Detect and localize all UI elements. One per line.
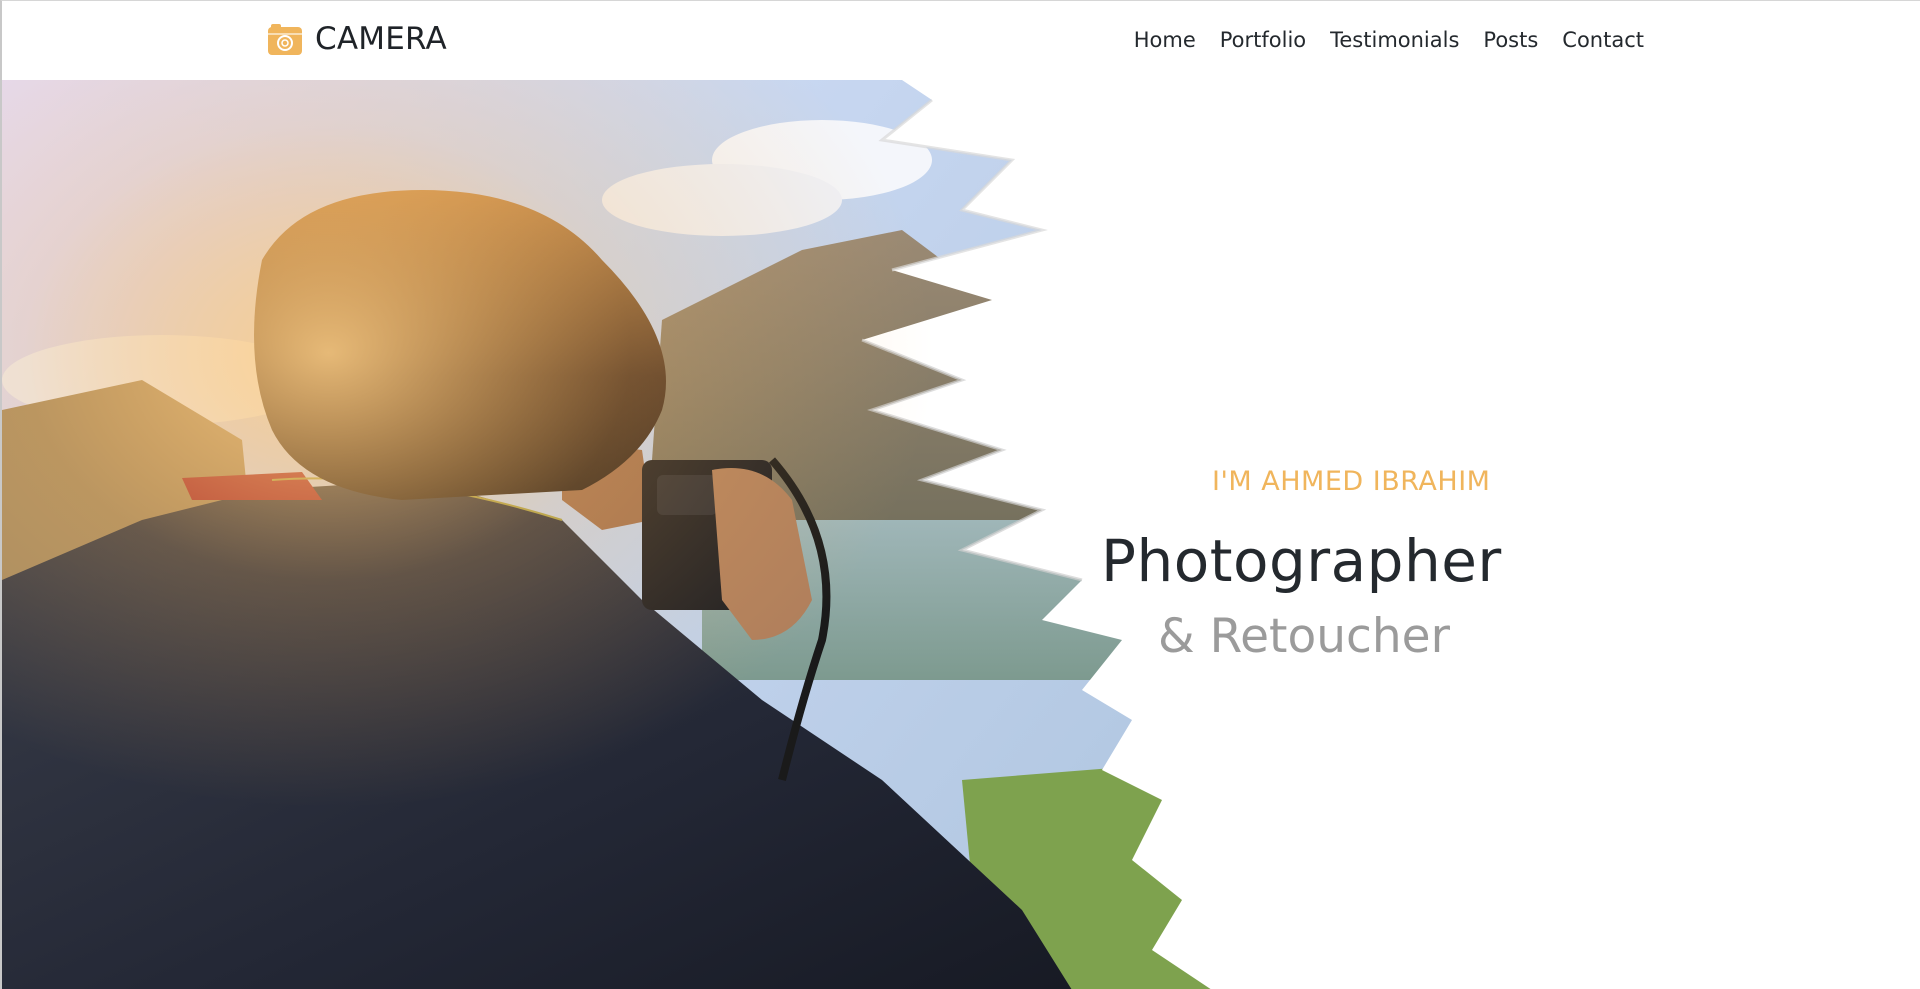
nav-link-testimonials[interactable]: Testimonials — [1318, 25, 1471, 55]
camera-icon — [268, 23, 302, 55]
nav-link-contact[interactable]: Contact — [1550, 25, 1644, 55]
hero-section: I'M AHMED IBRAHIM Photographer & Retouch… — [2, 80, 1920, 989]
brand-logo-link[interactable]: CAMERA — [268, 19, 447, 59]
navbar: CAMERA Home Portfolio Testimonials Posts… — [2, 1, 1920, 80]
hero-subtitle: & Retoucher — [1158, 609, 1450, 664]
nav-link-portfolio[interactable]: Portfolio — [1208, 25, 1318, 55]
hero-text: I'M AHMED IBRAHIM Photographer & Retouch… — [1042, 380, 1552, 664]
photographer-hero-image — [2, 80, 1212, 989]
nav-link-home[interactable]: Home — [1122, 25, 1208, 55]
hero-title: Photographer — [1101, 527, 1502, 595]
nav-item-contact: Contact — [1550, 25, 1644, 55]
nav-item-portfolio: Portfolio — [1208, 25, 1318, 55]
nav-item-posts: Posts — [1471, 25, 1550, 55]
brand-name: CAMERA — [315, 21, 447, 57]
nav-item-testimonials: Testimonials — [1318, 25, 1471, 55]
nav-item-home: Home — [1122, 25, 1208, 55]
hero-intro: I'M AHMED IBRAHIM — [1212, 466, 1491, 497]
page: CAMERA Home Portfolio Testimonials Posts… — [0, 0, 1920, 989]
main-nav: Home Portfolio Testimonials Posts Contac… — [1122, 25, 1644, 55]
nav-link-posts[interactable]: Posts — [1471, 25, 1550, 55]
